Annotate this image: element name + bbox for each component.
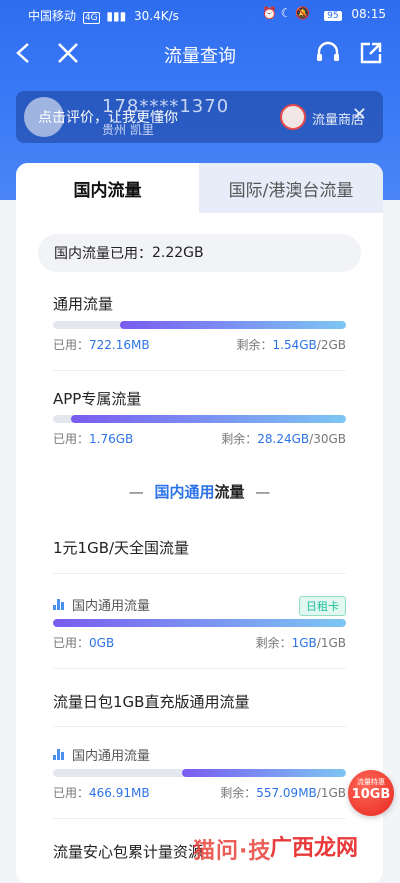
status-right: 95 08:15 <box>324 7 386 21</box>
daily-card-tag: 日租卡 <box>299 596 346 616</box>
used-value: 0GB <box>89 636 115 650</box>
used-value: 1.76GB <box>89 432 134 446</box>
tab-domestic[interactable]: 国内流量 <box>16 163 199 213</box>
app-flow-title: APP专属流量 <box>53 390 142 408</box>
flow-shop-icon[interactable] <box>280 104 306 130</box>
package-2-bar <box>53 769 346 777</box>
battery-icon: 95 <box>324 11 342 21</box>
watermark-right: 广西龙网 <box>270 836 359 861</box>
package-type: 国内通用流量 <box>53 745 150 764</box>
section-highlight: 国内通用 <box>154 483 215 501</box>
remain-value: 1.54GB <box>272 338 317 352</box>
general-flow-bar-fill <box>120 321 346 329</box>
total-value: /1GB <box>316 636 346 650</box>
user-card[interactable]: 178****1370 贵州 凯里 点击评价，让我更懂你 流量商店 ✕ <box>16 91 383 143</box>
dash-right: — <box>255 483 271 501</box>
usage-card: 国内流量 国际/港澳台流量 国内流量已用： 2.22GB 通用流量 已用：722… <box>16 163 383 883</box>
package-type-label: 国内通用流量 <box>72 599 151 614</box>
watermark-left: 猫问·技 <box>193 839 272 864</box>
used-label: 已用： <box>53 432 90 446</box>
nav-bar: 流量查询 <box>0 28 400 78</box>
tab-international[interactable]: 国际/港澳台流量 <box>199 163 383 213</box>
mute-icon: 🔕 <box>295 6 311 20</box>
section-header: — 国内通用流量 — <box>16 481 383 502</box>
package-1-bar <box>53 619 346 627</box>
used-label: 已用： <box>53 636 90 650</box>
package-1-bar-fill <box>53 619 346 627</box>
remain-value: 28.24GB <box>257 432 310 446</box>
total-value: /1GB <box>316 786 346 800</box>
divider <box>53 668 346 669</box>
divider <box>53 573 346 574</box>
package-type-label: 国内通用流量 <box>72 749 151 764</box>
section-rest: 流量 <box>214 483 245 501</box>
promo-badge-big: 10GB <box>351 787 391 802</box>
domestic-usage-summary: 国内流量已用： 2.22GB <box>38 234 361 272</box>
divider <box>53 818 346 819</box>
used-value: 466.91MB <box>89 786 150 800</box>
moon-icon: ☾ <box>280 6 292 20</box>
share-icon[interactable] <box>356 38 386 68</box>
bar-chart-icon <box>53 599 65 610</box>
remain-value: 1GB <box>291 636 317 650</box>
remain-label: 剩余： <box>236 338 273 352</box>
used-label: 已用： <box>53 786 90 800</box>
total-value: /2GB <box>316 338 346 352</box>
alarm-icon: ⏰ <box>262 6 277 20</box>
remain-label: 剩余： <box>255 636 292 650</box>
close-prompt-icon[interactable]: ✕ <box>352 104 367 125</box>
remain-value: 557.09MB <box>256 786 317 800</box>
general-flow-title: 通用流量 <box>53 295 114 313</box>
network-speed: 30.4K/s <box>134 9 179 23</box>
carrier-name: 中国移动 <box>28 9 77 23</box>
remain-label: 剩余： <box>221 432 258 446</box>
promo-badge[interactable]: 流量特惠 10GB <box>348 770 394 816</box>
network-type: 4G <box>82 12 100 24</box>
dash-left: — <box>128 483 144 501</box>
tab-bar: 国内流量 国际/港澳台流量 <box>16 163 383 213</box>
summary-label: 国内流量已用： <box>54 246 152 262</box>
app-flow-bar-fill <box>70 415 346 423</box>
app-flow-bar <box>53 415 346 423</box>
general-flow-bar <box>53 321 346 329</box>
package-type: 国内通用流量 <box>53 595 150 614</box>
status-bar: 中国移动 4G ▮▮▮ 30.4K/s ⏰ ☾ 🔕 95 08:15 <box>0 0 400 28</box>
divider <box>53 370 346 371</box>
total-value: /30GB <box>309 432 346 446</box>
carrier-info: 中国移动 4G ▮▮▮ 30.4K/s <box>28 7 179 24</box>
summary-value: 2.22GB <box>152 245 204 261</box>
used-label: 已用： <box>53 338 90 352</box>
feedback-prompt[interactable]: 点击评价，让我更懂你 <box>38 107 178 127</box>
divider <box>53 726 346 727</box>
remain-label: 剩余： <box>220 786 257 800</box>
signal-icon: ▮▮▮ <box>106 9 127 23</box>
used-value: 722.16MB <box>89 338 150 352</box>
bar-chart-icon <box>53 749 65 760</box>
package-title: 1元1GB/天全国流量 <box>53 539 190 557</box>
package-title: 流量日包1GB直充版通用流量 <box>53 693 250 711</box>
package-2-bar-fill <box>181 769 346 777</box>
package-title: 流量安心包累计量资源 <box>53 843 204 861</box>
headset-icon[interactable] <box>313 38 343 68</box>
promo-badge-small: 流量特惠 <box>357 778 385 786</box>
status-icons: ⏰ ☾ 🔕 <box>262 6 310 20</box>
clock: 08:15 <box>351 7 386 21</box>
